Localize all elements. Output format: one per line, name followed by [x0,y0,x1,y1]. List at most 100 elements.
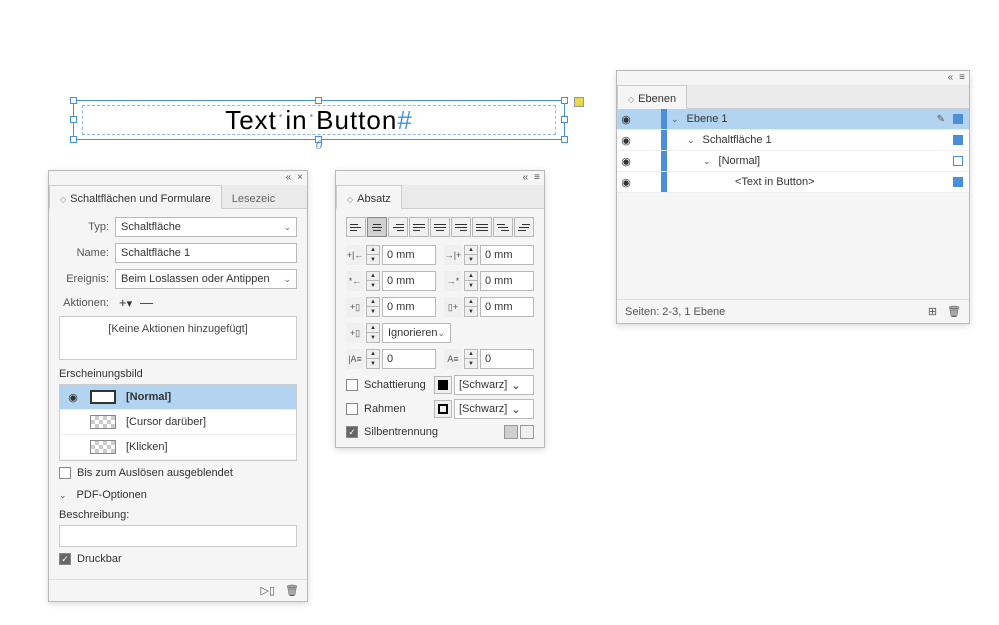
shading-checkbox[interactable] [346,379,358,391]
spinner[interactable]: ▲▼ [366,245,380,265]
collapse-icon[interactable]: « [286,173,292,183]
layer-color-bar [661,151,667,171]
state-normal[interactable]: ◉ [Normal] [60,385,296,410]
resize-handle[interactable] [561,116,568,123]
space-before-input[interactable]: 0 mm [382,297,436,317]
border-checkbox[interactable] [346,403,358,415]
spinner[interactable]: ▲▼ [366,349,380,369]
expander-icon[interactable]: ⌄ [59,490,67,501]
actions-list: [Keine Aktionen hinzugefügt] [59,316,297,360]
resize-handle[interactable] [561,97,568,104]
border-swatch-button[interactable] [434,400,452,418]
delete-layer-button[interactable]: 🗑 [947,305,961,318]
shading-swatch-button[interactable] [434,376,452,394]
spinner[interactable]: ▲▼ [366,297,380,317]
spinner[interactable]: ▲▼ [464,245,478,265]
state-label: [Klicken] [126,441,168,453]
live-corner-icon[interactable] [574,97,584,107]
right-indent-input[interactable]: 0 mm [480,245,534,265]
layer-list: ◉⌄Ebene 1✎◉⌄Schaltfläche 1◉⌄[Normal]◉<Te… [617,109,969,193]
layer-item[interactable]: ◉⌄Schaltfläche 1 [617,130,969,151]
collapse-icon[interactable]: « [948,73,954,83]
spinner[interactable]: ▲▼ [464,271,478,291]
type-dropdown[interactable]: Schaltfläche ⌄ [115,217,297,237]
resize-handle[interactable] [70,116,77,123]
spinner[interactable]: ▲▼ [366,323,380,343]
pdf-options-header[interactable]: PDF-Optionen [77,489,147,501]
justify-all-button[interactable] [472,217,492,237]
text-frame[interactable]: Text • in • Button # 0 [73,100,565,140]
align-right-button[interactable] [388,217,408,237]
layers-panel: « ≡ ◇ Ebenen ◉⌄Ebene 1✎◉⌄Schaltfläche 1◉… [616,70,970,324]
align-away-spine-button[interactable] [514,217,534,237]
state-click[interactable]: [Klicken] [60,435,296,460]
collapse-icon[interactable]: « [523,173,529,183]
appearance-list: ◉ [Normal] [Cursor darüber] [Klicken] [59,384,297,461]
tab-buttons-forms[interactable]: ◇ Schaltflächen und Formulare [49,185,222,209]
event-dropdown[interactable]: Beim Loslassen oder Antippen ⌄ [115,269,297,289]
close-icon[interactable]: × [297,173,303,183]
layer-item[interactable]: ◉ <Text in Button> [617,172,969,193]
visibility-icon[interactable]: ◉ [617,134,635,147]
visibility-icon[interactable]: ◉ [66,391,80,404]
tab-bookmarks[interactable]: Lesezeic [222,185,285,209]
tab-label: Absatz [357,193,391,205]
spinner[interactable]: ▲▼ [366,271,380,291]
expander-icon[interactable]: ⌄ [703,156,711,167]
hidden-until-trigger-checkbox[interactable] [59,467,71,479]
border-color-dropdown[interactable]: [Schwarz]⌄ [454,399,534,419]
resize-handle[interactable] [70,97,77,104]
layer-item[interactable]: ◉⌄[Normal] [617,151,969,172]
selection-square-icon[interactable] [953,114,963,124]
first-line-indent-icon: *← [346,271,364,291]
layer-item[interactable]: ◉⌄Ebene 1✎ [617,109,969,130]
state-swatch [90,390,116,404]
printable-checkbox[interactable]: ✓ [59,553,71,565]
space-after-input[interactable]: 0 mm [480,297,534,317]
selection-square-icon[interactable] [953,177,963,187]
tab-paragraph[interactable]: ◇ Absatz [336,185,402,209]
last-line-input[interactable]: 0 mm [480,271,534,291]
visibility-icon[interactable]: ◉ [617,113,635,126]
new-layer-button[interactable]: ⊞ [928,305,937,318]
align-left-button[interactable] [346,217,366,237]
resize-handle[interactable] [561,136,568,143]
spinner[interactable]: ▲▼ [464,297,478,317]
justify-left-button[interactable] [409,217,429,237]
dropcap-dropdown[interactable]: Ignorieren ⌄ [382,323,451,343]
panel-menu-icon[interactable]: ≡ [959,73,965,83]
preview-icon[interactable]: ▷▯ [261,584,276,597]
justify-center-button[interactable] [430,217,450,237]
hyphenation-checkbox[interactable]: ✓ [346,426,358,438]
color-value: [Schwarz] [459,379,507,391]
dropcap-chars-input[interactable]: 0 [480,349,534,369]
justify-right-button[interactable] [451,217,471,237]
grid-view-icon[interactable] [504,425,518,439]
align-center-button[interactable] [367,217,387,237]
visibility-icon[interactable]: ◉ [617,176,635,189]
spinner[interactable]: ▲▼ [464,349,478,369]
tab-layers[interactable]: ◇ Ebenen [617,85,687,109]
trash-icon[interactable]: 🗑 [285,584,299,597]
left-indent-input[interactable]: 0 mm [382,245,436,265]
visibility-icon[interactable]: ◉ [617,155,635,168]
expander-icon[interactable]: ⌄ [687,135,695,146]
add-action-button[interactable]: +▾ [119,295,132,310]
name-input[interactable]: Schaltfläche 1 [115,243,297,263]
selection-square-icon[interactable] [953,156,963,166]
text-frame-content[interactable]: Text • in • Button # [82,105,556,135]
resize-handle[interactable] [70,136,77,143]
remove-action-button[interactable]: — [140,295,153,310]
first-line-input[interactable]: 0 mm [382,271,436,291]
description-input[interactable] [59,525,297,547]
expander-icon[interactable]: ⌄ [671,114,679,125]
list-view-icon[interactable] [520,425,534,439]
selection-square-icon[interactable] [953,135,963,145]
layer-name-text: <Text in Button> [735,176,815,188]
resize-handle[interactable] [315,97,322,104]
state-rollover[interactable]: [Cursor darüber] [60,410,296,435]
align-towards-spine-button[interactable] [493,217,513,237]
shading-color-dropdown[interactable]: [Schwarz]⌄ [454,375,534,395]
dropcap-lines-input[interactable]: 0 [382,349,436,369]
panel-menu-icon[interactable]: ≡ [534,173,540,183]
